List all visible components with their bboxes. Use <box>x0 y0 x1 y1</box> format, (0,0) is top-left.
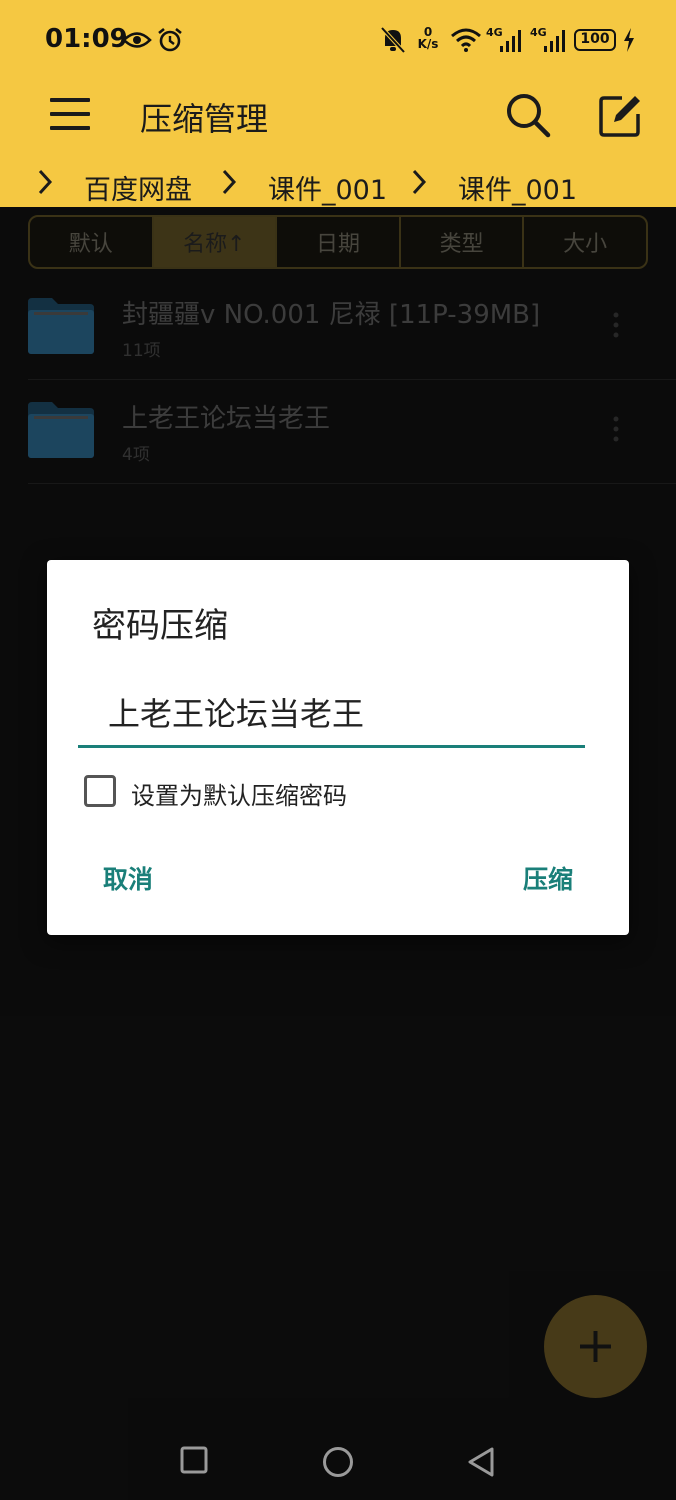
home-icon[interactable] <box>322 1446 354 1478</box>
header: 01:09 0 K/s 4G 4G 100 压缩管理 百度网盘 课件_001 课… <box>0 0 676 207</box>
search-icon[interactable] <box>505 92 551 138</box>
eye-icon <box>122 32 152 48</box>
dialog-title: 密码压缩 <box>92 606 228 646</box>
password-input[interactable] <box>78 678 585 748</box>
wifi-icon <box>451 28 481 52</box>
page-title: 压缩管理 <box>140 100 269 138</box>
chevron-right-icon <box>412 169 427 195</box>
signal-1-icon: 4G <box>486 26 526 54</box>
battery-icon: 100 <box>574 29 616 51</box>
chevron-right-icon <box>38 169 53 195</box>
status-time: 01:09 <box>45 24 128 54</box>
charging-icon <box>624 28 634 52</box>
status-bar: 01:09 0 K/s 4G 4G 100 <box>0 0 676 80</box>
breadcrumb-item[interactable]: 百度网盘 <box>84 168 192 207</box>
default-password-checkbox[interactable] <box>84 775 116 807</box>
mute-bell-icon <box>380 26 406 54</box>
checkbox-label: 设置为默认压缩密码 <box>131 782 347 810</box>
breadcrumb-item[interactable]: 课件_001 <box>458 168 577 207</box>
cancel-button[interactable]: 取消 <box>103 860 153 896</box>
edit-icon[interactable] <box>598 94 642 138</box>
alarm-icon <box>158 27 182 52</box>
net-speed: 0 K/s <box>417 25 439 51</box>
back-icon[interactable] <box>466 1446 496 1478</box>
password-compress-dialog: 密码压缩 设置为默认压缩密码 取消 压缩 <box>47 560 629 935</box>
breadcrumb: 百度网盘 课件_001 课件_001 <box>0 160 676 208</box>
signal-2-icon: 4G <box>530 26 570 54</box>
recents-icon[interactable] <box>180 1446 208 1474</box>
chevron-right-icon <box>222 169 237 195</box>
compress-button[interactable]: 压缩 <box>523 860 573 896</box>
system-nav-bar <box>0 1420 676 1500</box>
menu-icon[interactable] <box>50 96 90 132</box>
breadcrumb-item[interactable]: 课件_001 <box>268 168 387 207</box>
